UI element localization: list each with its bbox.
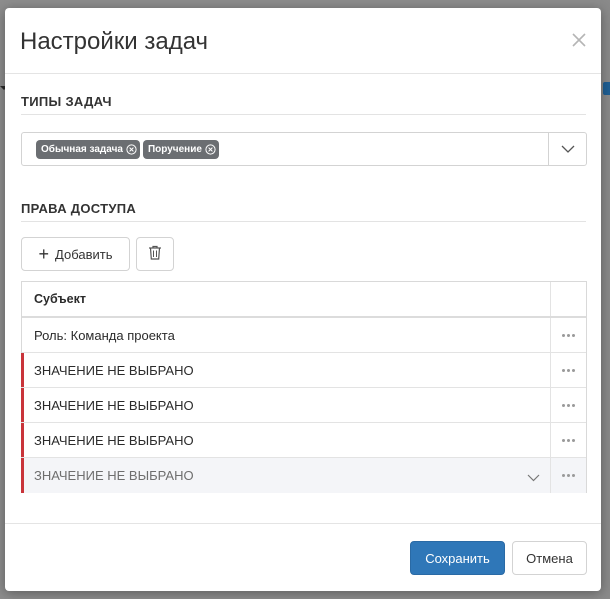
remove-circle-icon[interactable] xyxy=(126,144,137,155)
access-rights-divider xyxy=(21,221,586,222)
chevron-down-icon[interactable] xyxy=(527,469,540,487)
plus-icon: + xyxy=(38,244,50,264)
delete-button[interactable] xyxy=(136,237,174,271)
subject-cell: ЗНАЧЕНИЕ НЕ ВЫБРАНО xyxy=(34,432,194,448)
task-type-chip[interactable]: Обычная задача xyxy=(36,140,140,159)
table-row[interactable]: Роль: Команда проекта xyxy=(22,318,586,353)
remove-circle-icon[interactable] xyxy=(205,144,216,155)
task-types-divider xyxy=(21,114,586,115)
cancel-button[interactable]: Отмена xyxy=(512,541,587,575)
add-button[interactable]: + Добавить xyxy=(21,237,130,271)
table-row[interactable]: ЗНАЧЕНИЕ НЕ ВЫБРАНО xyxy=(21,423,586,458)
more-horizontal-icon[interactable] xyxy=(550,388,586,422)
dialog-header: Настройки задач xyxy=(5,8,601,74)
more-horizontal-icon[interactable] xyxy=(550,353,586,387)
close-icon[interactable] xyxy=(569,30,589,50)
task-settings-dialog: Настройки задач ТИПЫ ЗАДАЧ Обычная задач… xyxy=(5,8,601,591)
task-types-multiselect[interactable]: Обычная задача Поручение xyxy=(21,132,587,166)
subject-cell: Роль: Команда проекта xyxy=(34,327,175,343)
column-header-actions xyxy=(550,282,586,316)
table-row[interactable]: ЗНАЧЕНИЕ НЕ ВЫБРАНО xyxy=(21,388,586,423)
table-row[interactable]: ЗНАЧЕНИЕ НЕ ВЫБРАНО xyxy=(21,353,586,388)
add-button-label: Добавить xyxy=(55,246,113,262)
subject-select[interactable]: ЗНАЧЕНИЕ НЕ ВЫБРАНО xyxy=(34,468,194,483)
backdrop-checkbox-icon xyxy=(603,82,610,95)
more-horizontal-icon[interactable] xyxy=(550,318,586,352)
task-types-section-title: ТИПЫ ЗАДАЧ xyxy=(21,94,112,109)
more-horizontal-icon[interactable] xyxy=(550,458,586,493)
access-rights-section-title: ПРАВА ДОСТУПА xyxy=(21,201,137,216)
access-rights-table: Субъект Роль: Команда проекта ЗНАЧЕНИЕ Н… xyxy=(21,281,587,493)
more-horizontal-icon[interactable] xyxy=(550,423,586,457)
subject-cell: ЗНАЧЕНИЕ НЕ ВЫБРАНО xyxy=(34,362,194,378)
table-header-row: Субъект xyxy=(22,282,586,318)
subject-cell: ЗНАЧЕНИЕ НЕ ВЫБРАНО xyxy=(34,397,194,413)
dialog-title: Настройки задач xyxy=(20,28,209,55)
column-header-subject: Субъект xyxy=(34,292,86,306)
task-type-chips: Обычная задача Поручение xyxy=(36,140,219,159)
dialog-footer: Сохранить Отмена xyxy=(5,523,601,591)
chevron-down-icon[interactable] xyxy=(548,133,586,165)
chip-label: Обычная задача xyxy=(41,144,123,155)
table-row-editing[interactable]: ЗНАЧЕНИЕ НЕ ВЫБРАНО xyxy=(21,458,586,493)
trash-icon xyxy=(148,245,162,263)
chip-label: Поручение xyxy=(147,144,202,155)
task-type-chip[interactable]: Поручение xyxy=(142,140,219,159)
save-button[interactable]: Сохранить xyxy=(410,541,505,575)
